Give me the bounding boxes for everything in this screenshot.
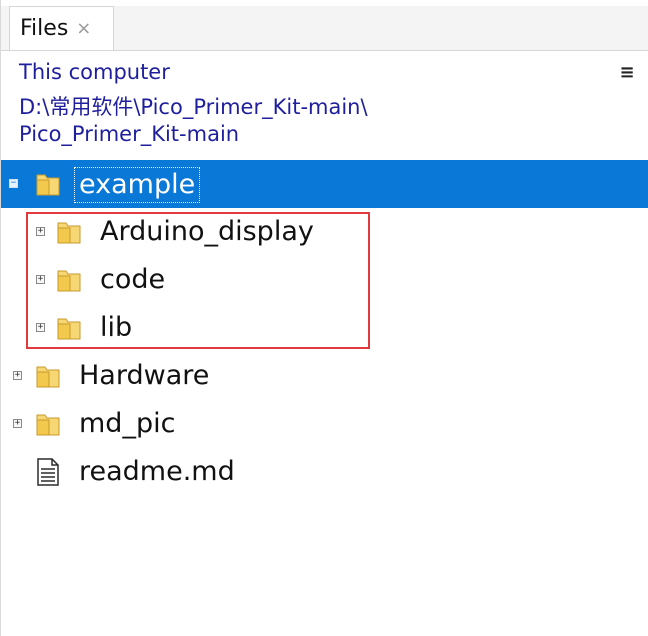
expand-icon[interactable]: + — [13, 371, 22, 380]
tree-item-label: readme.md — [79, 456, 235, 487]
files-panel: Files × This computer D:\常用软件\Pico_Prime… — [0, 0, 648, 636]
folder-icon — [36, 174, 60, 196]
expand-icon[interactable]: + — [13, 419, 22, 428]
tree-item-hardware[interactable]: + Hardware — [1, 352, 648, 400]
expand-icon[interactable]: + — [36, 275, 45, 284]
file-tree: − example + Arduino_display + code + lib… — [1, 0, 648, 636]
tree-item-label: Hardware — [79, 360, 210, 391]
tree-item-example[interactable]: − example — [1, 160, 648, 208]
tree-item-label: md_pic — [79, 408, 176, 439]
tree-item-label: example — [74, 167, 201, 203]
tree-item-label: lib — [100, 312, 133, 343]
document-icon — [37, 458, 59, 486]
folder-icon — [36, 366, 60, 388]
folder-icon — [36, 414, 60, 436]
collapse-icon[interactable]: − — [9, 179, 18, 188]
folder-icon — [57, 318, 81, 340]
tree-item-md-pic[interactable]: + md_pic — [1, 400, 648, 448]
tree-item-lib[interactable]: + lib — [1, 304, 648, 352]
expand-icon[interactable]: + — [36, 323, 45, 332]
tree-item-label: code — [100, 264, 166, 295]
tree-item-arduino-display[interactable]: + Arduino_display — [1, 208, 648, 256]
folder-icon — [57, 270, 81, 292]
tree-item-label: Arduino_display — [100, 216, 314, 247]
tree-item-readme[interactable]: readme.md — [1, 448, 648, 496]
expand-icon[interactable]: + — [36, 227, 45, 236]
folder-icon — [57, 222, 81, 244]
tree-item-code[interactable]: + code — [1, 256, 648, 304]
